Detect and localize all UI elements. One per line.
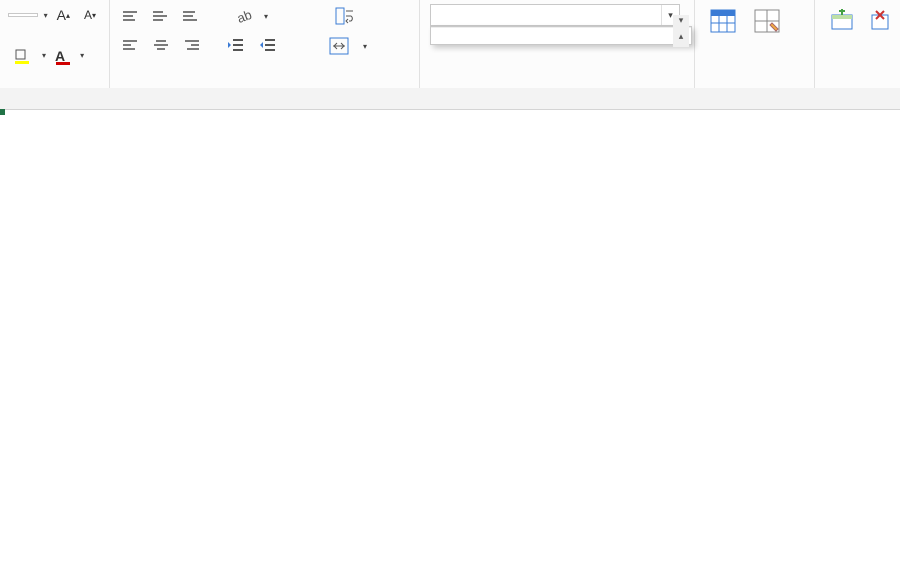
align-top-icon[interactable]: [118, 5, 144, 27]
chevron-down-icon[interactable]: ▾: [44, 11, 48, 20]
chevron-down-icon[interactable]: ▾: [264, 12, 268, 21]
align-center-icon[interactable]: [148, 34, 174, 56]
chevron-down-icon[interactable]: ▾: [363, 42, 367, 51]
scroll-up-icon[interactable]: ▴: [673, 31, 689, 47]
chevron-down-icon[interactable]: ▾: [80, 51, 84, 60]
decrease-font-icon[interactable]: A▾: [79, 5, 101, 25]
alignment-group: ab ▾: [110, 0, 420, 89]
cells-group-label: [823, 85, 887, 87]
cell-styles-button[interactable]: [747, 4, 787, 40]
scroll-down-icon[interactable]: ▾: [673, 15, 689, 31]
delete-icon: [870, 9, 890, 31]
font-size-input[interactable]: [8, 13, 38, 17]
format-table-icon: [710, 9, 736, 33]
number-format-input[interactable]: [431, 8, 661, 22]
format-as-table-button[interactable]: [703, 4, 743, 40]
align-right-icon[interactable]: [178, 34, 204, 56]
fill-color-icon[interactable]: [8, 44, 36, 68]
chevron-down-icon[interactable]: ▾: [42, 51, 46, 60]
delete-button[interactable]: [863, 4, 897, 38]
increase-indent-icon[interactable]: [254, 34, 282, 56]
wrap-text-button[interactable]: [322, 4, 374, 28]
align-middle-icon[interactable]: [148, 5, 174, 27]
insert-icon: [830, 9, 854, 31]
align-bottom-icon[interactable]: [178, 5, 204, 27]
align-left-icon[interactable]: [118, 34, 144, 56]
number-format-combo[interactable]: ▾: [430, 4, 680, 26]
decrease-indent-icon[interactable]: [222, 34, 250, 56]
orientation-icon[interactable]: ab: [230, 4, 258, 28]
more-number-formats[interactable]: [431, 27, 691, 44]
font-group-label: [8, 85, 101, 87]
cell-styles-icon: [754, 9, 780, 33]
svg-text:ab: ab: [235, 7, 253, 25]
styles-group: [695, 0, 815, 89]
spreadsheet-grid[interactable]: [0, 110, 900, 563]
column-header-row: [0, 88, 900, 110]
number-format-menu: ▴ ▾: [430, 26, 692, 45]
insert-button[interactable]: [823, 4, 861, 38]
styles-group-label: [703, 85, 806, 87]
font-group: ▾ A▴ A▾ ▾ A ▾: [0, 0, 110, 89]
selection-rectangle: [0, 110, 4, 114]
cells-group: [815, 0, 895, 89]
increase-font-icon[interactable]: A▴: [52, 4, 75, 26]
alignment-group-label: [118, 85, 411, 87]
merge-center-button[interactable]: ▾: [322, 34, 374, 58]
